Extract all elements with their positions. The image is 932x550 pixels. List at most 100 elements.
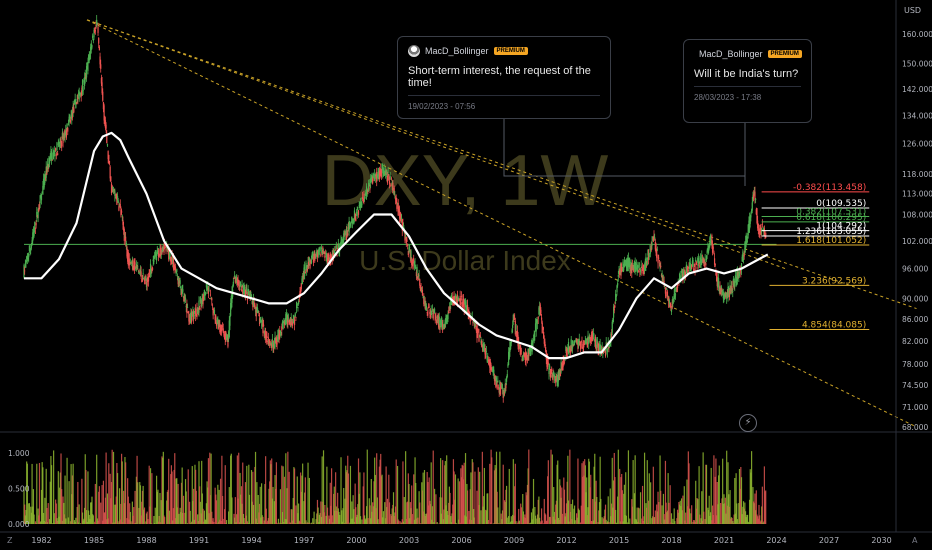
candle	[709, 235, 712, 240]
volume-bar	[162, 451, 164, 524]
volume-bar	[339, 514, 341, 524]
volume-bar	[215, 500, 218, 524]
candle	[73, 107, 75, 113]
volume-bar	[64, 475, 66, 524]
candle	[309, 263, 311, 269]
candle	[670, 309, 673, 312]
volume-bar	[658, 502, 660, 524]
candle	[151, 267, 154, 270]
volume-bar	[349, 465, 352, 524]
candle	[718, 278, 720, 287]
candle	[213, 309, 216, 315]
volume-bar	[713, 455, 715, 524]
volume-bar	[187, 469, 189, 524]
candle	[447, 313, 449, 319]
volume-bar	[185, 491, 187, 524]
candle	[692, 259, 694, 267]
currency-label: USD	[904, 6, 921, 15]
volume-bar	[701, 491, 703, 524]
volume-bar	[699, 514, 701, 524]
candle	[412, 262, 414, 269]
candle	[263, 324, 265, 327]
volume-bar	[652, 466, 654, 524]
chart-stage[interactable]: DXY, 1W U.S. Dollar Index -0.382(113.458)…	[0, 0, 932, 550]
candle	[266, 335, 268, 339]
volume-bar	[377, 519, 379, 524]
x-tick-label: 1994	[241, 536, 261, 545]
volume-bar	[101, 485, 103, 524]
candle	[676, 284, 679, 289]
candle	[479, 335, 481, 337]
candle	[460, 296, 463, 297]
annotation-callout-2[interactable]: MacD_Bollinger PREMIUM Will it be India'…	[683, 39, 812, 123]
volume-bar	[436, 522, 438, 524]
candle	[372, 178, 374, 184]
x-tick-label: 2024	[766, 536, 786, 545]
candle	[512, 324, 514, 328]
y-tick-label: 142.000	[902, 85, 932, 94]
candle	[232, 281, 234, 286]
fib-level-label: 1.618(101.052)	[796, 236, 866, 246]
volume-bar	[550, 449, 552, 524]
volume-bar	[654, 510, 656, 524]
y-tick-label: 82.000	[902, 337, 928, 346]
volume-bar	[402, 461, 404, 524]
volume-bar	[596, 496, 598, 524]
y-tick-label: 86.000	[902, 315, 928, 324]
volume-bar	[497, 507, 499, 524]
candle	[497, 380, 499, 383]
volume-bar	[293, 468, 296, 524]
volume-bar	[487, 493, 489, 524]
auto-scale-button[interactable]: A	[912, 536, 918, 545]
lightning-icon[interactable]: ⚡	[739, 414, 757, 432]
candle	[594, 336, 597, 347]
volume-bar	[432, 450, 434, 524]
volume-bar	[295, 505, 297, 524]
candle	[547, 362, 549, 364]
candle	[687, 269, 689, 271]
volume-bar	[254, 451, 257, 524]
candle	[763, 228, 765, 236]
volume-bar	[168, 510, 170, 524]
volume-bar	[765, 490, 767, 524]
volume-bar	[308, 477, 310, 524]
volume-bar	[514, 463, 516, 524]
volume-bar	[151, 473, 153, 524]
candle	[125, 236, 127, 242]
volume-bar	[632, 460, 634, 524]
candle	[658, 257, 660, 259]
candle	[639, 269, 642, 272]
volume-bar	[454, 474, 457, 524]
candle	[319, 246, 321, 251]
candle	[656, 249, 658, 251]
volume-bar	[72, 463, 74, 524]
candle	[91, 45, 93, 48]
candle	[211, 304, 214, 306]
volume-bar	[118, 488, 121, 524]
y-tick-label: 96.000	[902, 265, 928, 274]
volume-bar	[213, 521, 215, 524]
volume-bar	[474, 471, 476, 524]
candle	[97, 26, 99, 33]
candle	[347, 233, 349, 236]
volume-bar	[92, 515, 94, 524]
candle	[215, 315, 217, 323]
candle	[361, 203, 363, 206]
candle	[665, 291, 667, 297]
candle	[694, 263, 696, 271]
candle	[615, 295, 617, 297]
volume-bar	[218, 489, 220, 524]
candle	[34, 221, 36, 229]
timezone-button[interactable]: Z	[7, 536, 13, 545]
volume-bar	[520, 507, 523, 524]
volume-bar	[61, 489, 63, 524]
candle	[394, 194, 396, 196]
candle	[425, 305, 428, 311]
candle	[651, 241, 653, 247]
volume-bar	[689, 508, 691, 524]
volume-bar	[343, 488, 345, 524]
annotation-callout-1[interactable]: MacD_Bollinger PREMIUM Short-term intere…	[397, 36, 611, 119]
volume-bar	[234, 497, 236, 524]
candle	[184, 297, 187, 300]
candle	[712, 246, 714, 250]
